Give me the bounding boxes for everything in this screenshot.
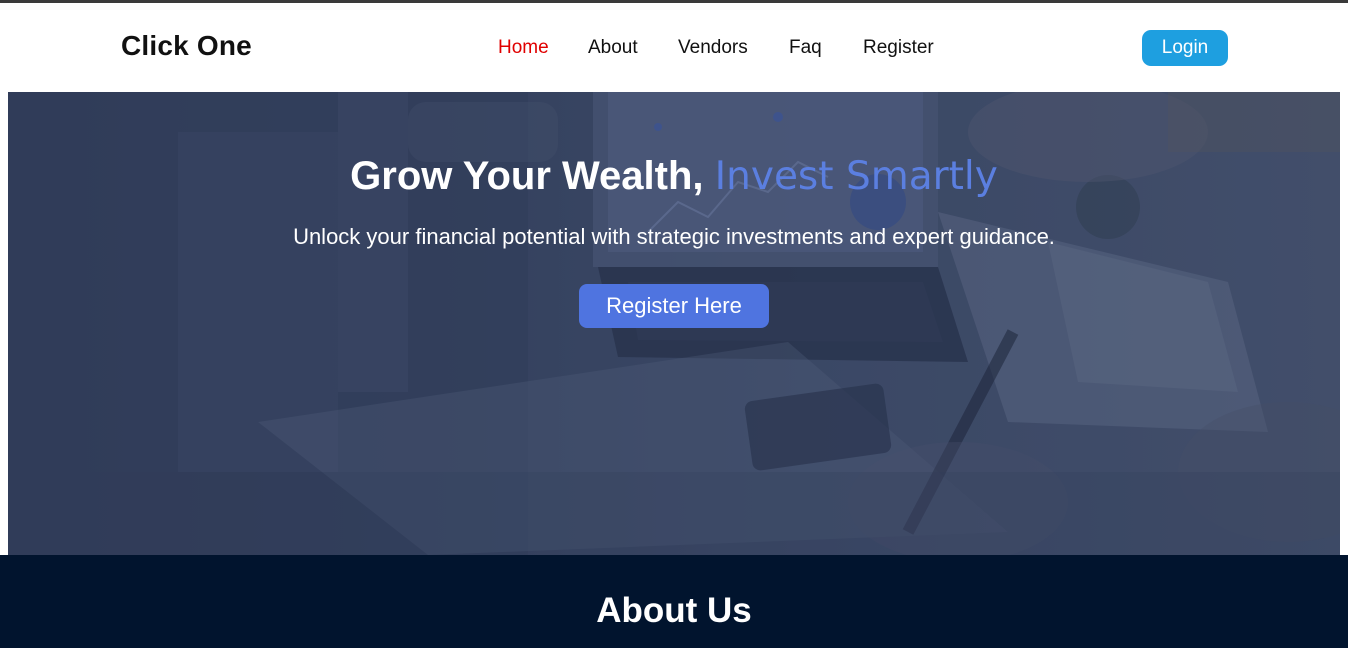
about-title-bold: Us (707, 591, 752, 630)
hero-section: Grow Your Wealth, Invest Smartly Unlock … (8, 92, 1340, 555)
hero-title-accent: Invest Smartly (714, 154, 998, 199)
nav-item-register[interactable]: Register (863, 37, 934, 59)
nav-item-about[interactable]: About (588, 37, 638, 59)
about-title: About Us (0, 591, 1348, 631)
about-title-light: About (596, 591, 708, 630)
about-section: About Us (0, 555, 1348, 648)
login-button[interactable]: Login (1142, 30, 1228, 66)
register-here-button[interactable]: Register Here (579, 284, 769, 328)
navbar: Click One Home About Vendors Faq Registe… (0, 3, 1348, 92)
nav-item-home[interactable]: Home (498, 37, 549, 59)
hero-title: Grow Your Wealth, Invest Smartly (8, 154, 1340, 199)
hero-title-main: Grow Your Wealth, (350, 154, 715, 198)
nav-item-faq[interactable]: Faq (789, 37, 822, 59)
nav-item-vendors[interactable]: Vendors (678, 37, 748, 59)
hero-subtitle: Unlock your financial potential with str… (293, 224, 1055, 249)
